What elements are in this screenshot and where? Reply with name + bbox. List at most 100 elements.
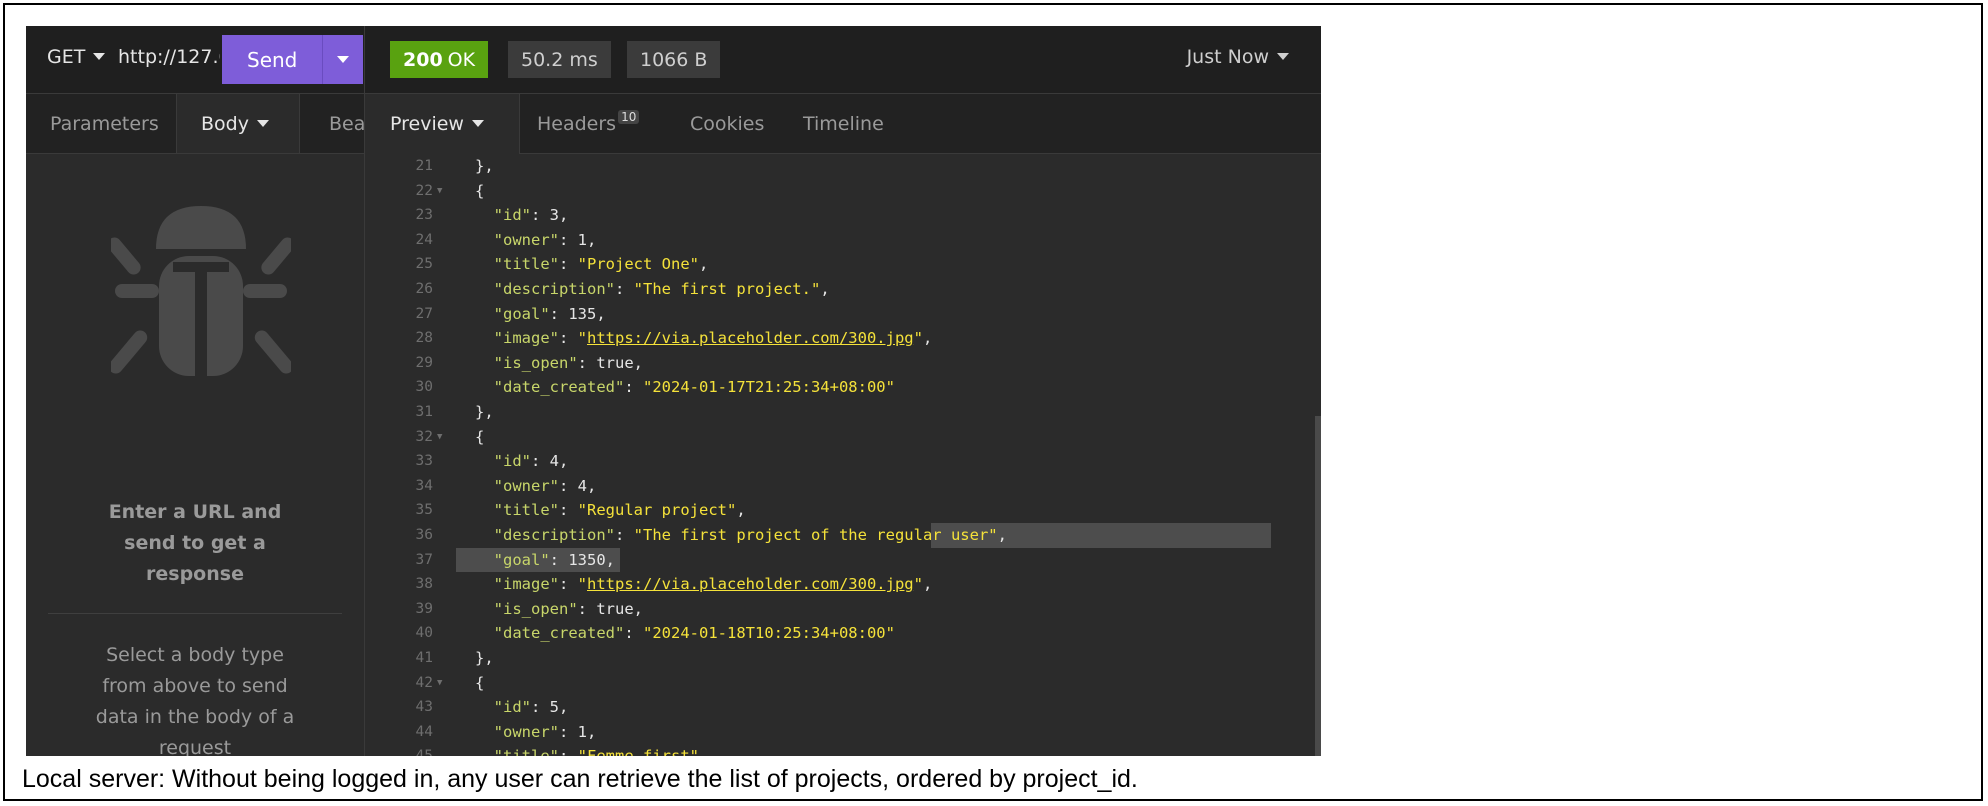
tab-cookies[interactable]: Cookies — [690, 94, 764, 153]
line-number: 40 — [415, 625, 433, 642]
tab-bearer[interactable]: Bearer — [329, 94, 364, 153]
empty-state-title: Enter a URL and send to get a response — [108, 501, 282, 585]
tab-label: Bearer — [329, 112, 364, 135]
line-number: 22 — [415, 182, 433, 199]
method-selector[interactable]: GET — [47, 46, 111, 68]
code-text: "is_open": true, — [493, 599, 643, 618]
fold-toggle-icon[interactable]: ▼ — [437, 179, 442, 204]
code-line: 23 "id": 3, — [365, 203, 1321, 228]
tab-preview[interactable]: Preview — [365, 94, 520, 154]
send-button-label: Send — [247, 47, 298, 72]
code-text: { — [475, 427, 485, 446]
code-text: "goal": 1350, — [493, 550, 615, 569]
line-number: 23 — [415, 207, 433, 224]
code-line: 41}, — [365, 646, 1321, 671]
code-line: 36 "description": "The first project of … — [365, 523, 1321, 548]
empty-state-subtitle: Select a body type from above to send da… — [95, 644, 295, 756]
line-number: 36 — [415, 527, 433, 543]
code-line: 37 "goal": 1350, — [365, 547, 1321, 573]
code-text: "image": "https://via.placeholder.com/30… — [493, 575, 933, 594]
fold-toggle-icon[interactable]: ▼ — [437, 671, 442, 696]
line-number: 31 — [415, 404, 433, 420]
code-line: 31}, — [365, 400, 1321, 425]
code-line: 32 ▼ { — [365, 425, 1321, 450]
line-number: 34 — [415, 477, 433, 494]
code-text: "image": "https://via.placeholder.com/30… — [493, 329, 933, 348]
response-preview[interactable]: 21}, 22 ▼{23 "id": 3, 24 "owner": 1, 25 "tit… — [365, 154, 1321, 756]
code-text: "id": 5, — [493, 698, 569, 717]
chevron-down-icon — [471, 119, 484, 127]
status-code: 200 — [403, 48, 443, 71]
chevron-down-icon — [1277, 52, 1289, 60]
response-tabs: Preview Headers 10 Cookies Timeline — [365, 94, 1321, 154]
tab-body[interactable]: Body — [176, 94, 300, 153]
code-line: 27 "goal": 135, — [365, 302, 1321, 327]
chevron-down-icon — [337, 56, 349, 63]
bug-icon — [111, 206, 291, 376]
send-options-button[interactable] — [322, 35, 363, 84]
code-line: 26 "description": "The first project.", — [365, 277, 1321, 302]
response-time-badge: 50.2 ms — [508, 41, 611, 78]
code-line: 35 "title": "Regular project", — [365, 498, 1321, 523]
code-line: 43 "id": 5, — [365, 695, 1321, 720]
line-number: 39 — [415, 600, 433, 617]
line-number: 30 — [415, 379, 433, 396]
line-number: 29 — [415, 354, 433, 371]
send-button[interactable]: Send — [222, 35, 363, 84]
tab-label: Headers — [537, 112, 617, 135]
response-history-dropdown[interactable]: Just Now — [1187, 46, 1295, 68]
tab-label: Cookies — [690, 112, 765, 135]
code-line: 29 "is_open": true, — [365, 351, 1321, 376]
line-number: 35 — [415, 502, 433, 519]
tab-label: Timeline — [803, 112, 884, 135]
code-line: 40 "date_created": "2024-01-18T10:25:34+… — [365, 621, 1321, 646]
url-input[interactable]: http://127.0.0.1:8000/projects/ — [118, 46, 220, 68]
chevron-down-icon — [256, 119, 269, 127]
line-number: 33 — [415, 453, 433, 470]
line-number: 38 — [415, 576, 433, 593]
code-text: { — [475, 673, 485, 692]
divider — [48, 613, 342, 614]
code-text: "date_created": "2024-01-18T10:25:34+08:… — [493, 624, 895, 643]
line-number: 28 — [415, 330, 433, 347]
headers-count-badge: 10 — [618, 109, 640, 124]
code-text: "owner": 1, — [493, 230, 597, 249]
code-text: "is_open": true, — [493, 353, 643, 372]
code-text: "title": "Femme first", — [475, 744, 709, 756]
code-line: 24 "owner": 1, — [365, 228, 1321, 253]
code-text: "owner": 1, — [493, 722, 597, 741]
line-number: 41 — [415, 650, 433, 666]
figure-caption: Local server: Without being logged in, a… — [22, 765, 1138, 793]
code-text: "title": "Regular project", — [493, 501, 746, 520]
code-line: 42 ▼ { — [365, 671, 1321, 696]
tab-parameters[interactable]: Parameters — [50, 94, 159, 153]
code-text: "owner": 4, — [493, 476, 597, 495]
tab-label: Parameters — [50, 112, 159, 135]
code-text: "description": "The first project of the… — [493, 526, 1007, 544]
tab-timeline[interactable]: Timeline — [803, 94, 884, 153]
line-number: 43 — [415, 699, 433, 716]
code-text: "id": 4, — [493, 452, 569, 471]
code-line: 33 "id": 4, — [365, 449, 1321, 474]
code-line: 21}, — [365, 154, 1321, 179]
line-number: 26 — [415, 281, 433, 297]
insomnia-app: GET http://127.0.0.1:8000/projects/ Send… — [26, 26, 1321, 756]
fold-toggle-icon[interactable]: ▼ — [437, 425, 442, 450]
history-label: Just Now — [1186, 46, 1269, 68]
chevron-down-icon — [93, 52, 106, 60]
line-number: 44 — [415, 723, 433, 740]
code-text: "id": 3, — [493, 206, 569, 225]
response-size-badge: 1066 B — [627, 41, 721, 78]
code-line: 38 "image": "https://via.placeholder.com… — [365, 572, 1321, 597]
status-badge: 200 OK — [390, 41, 489, 78]
tab-headers[interactable]: Headers 10 — [537, 94, 640, 153]
line-number: 45 — [365, 744, 433, 756]
line-number: 27 — [415, 305, 433, 322]
status-text: OK — [447, 48, 476, 71]
tab-label: Preview — [390, 113, 464, 135]
code-line: 45 "title": "Femme first", — [365, 744, 1321, 756]
line-number: 37 — [415, 551, 433, 568]
code-text: "title": "Project One", — [493, 255, 709, 274]
code-line: 30 "date_created": "2024-01-17T21:25:34+… — [365, 375, 1321, 400]
code-line: 44 "owner": 1, — [365, 720, 1321, 745]
